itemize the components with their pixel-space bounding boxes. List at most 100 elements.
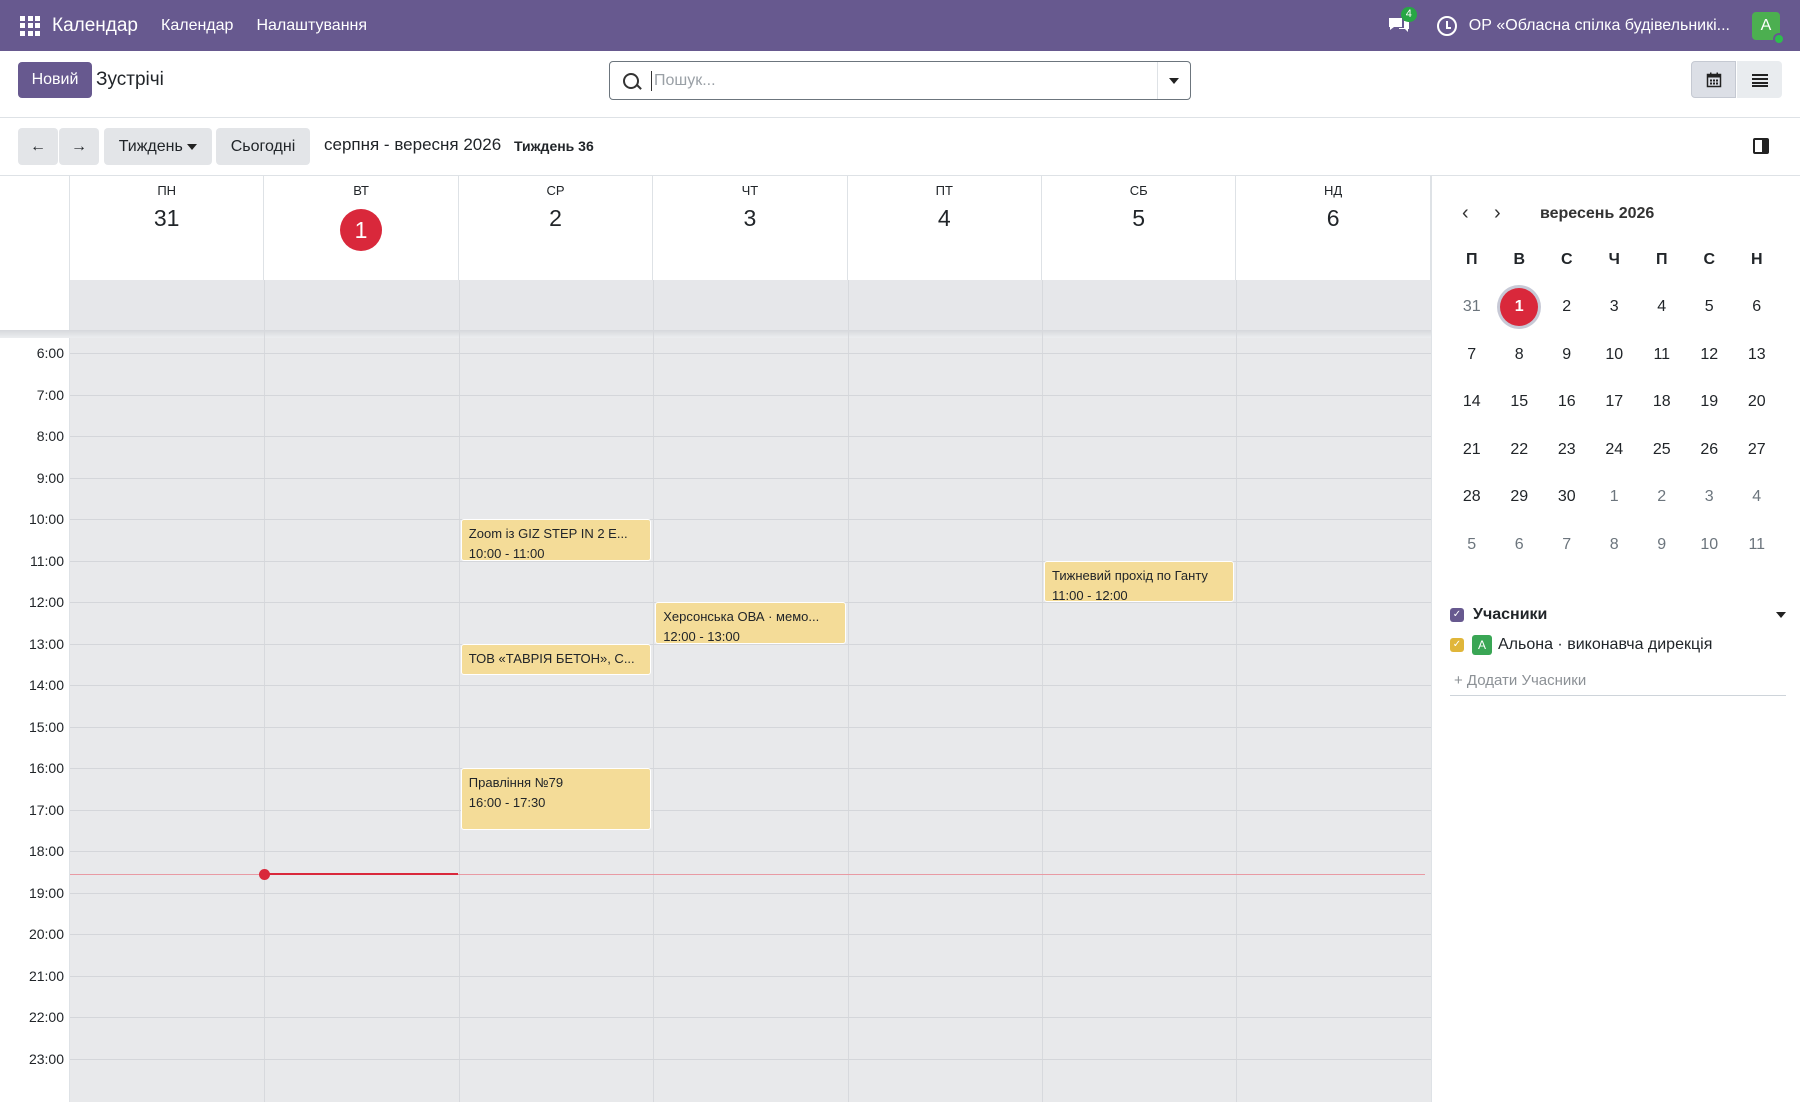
mini-day[interactable]: 3 (1686, 488, 1734, 506)
messaging-button[interactable]: 4 (1387, 6, 1417, 36)
day-header[interactable]: ПТ 4 (848, 176, 1042, 280)
attendee-checkbox[interactable]: ✓ (1450, 638, 1464, 652)
sidebar-toggle-icon[interactable] (1753, 138, 1769, 154)
scale-dropdown[interactable]: Тиждень (104, 128, 212, 165)
add-attendees-input[interactable]: + Додати Учасники (1450, 668, 1786, 696)
collapse-caret-icon[interactable] (1776, 612, 1786, 618)
day-header[interactable]: ВТ 1 (264, 176, 459, 280)
mini-day[interactable]: 20 (1733, 393, 1781, 411)
user-avatar[interactable]: A (1752, 11, 1785, 45)
hour-line (70, 726, 1431, 728)
day-header[interactable]: ЧТ 3 (653, 176, 848, 280)
list-view-button[interactable] (1737, 61, 1782, 98)
search-icon (623, 72, 639, 89)
mini-day[interactable]: 22 (1496, 441, 1544, 459)
today-button[interactable]: Сьогодні (216, 128, 310, 165)
company-switcher[interactable]: ОР «Обласна спілка будівельникі... (1469, 17, 1730, 35)
mini-day[interactable]: 4 (1733, 488, 1781, 506)
calendar-event[interactable]: Zoom із GIZ STEP IN 2 E... 10:00 - 11:00 (460, 519, 652, 561)
calendar-event[interactable]: Правління №79 16:00 - 17:30 (460, 768, 652, 831)
hour-label: 12:00 (28, 594, 64, 610)
calendar-event[interactable]: ТОВ «ТАВРІЯ БЕТОН», С... 13:00 - 13:45 (460, 643, 652, 675)
previous-button[interactable]: ← (18, 128, 58, 165)
mini-weekday: Ч (1608, 250, 1620, 268)
mini-day[interactable]: 6 (1733, 298, 1781, 316)
mini-day[interactable]: 6 (1496, 536, 1544, 554)
mini-day[interactable]: 10 (1591, 346, 1639, 364)
attendees-checkbox[interactable]: ✓ (1450, 608, 1464, 622)
mini-day[interactable]: 12 (1686, 346, 1734, 364)
search-options-toggle[interactable] (1157, 62, 1190, 99)
mini-day[interactable]: 14 (1448, 393, 1496, 411)
mini-day[interactable]: 31 (1448, 298, 1496, 316)
mini-day[interactable]: 13 (1733, 346, 1781, 364)
mini-day[interactable]: 15 (1496, 393, 1544, 411)
day-header[interactable]: ПН 31 (70, 176, 265, 280)
mini-day[interactable]: 11 (1733, 536, 1781, 554)
day-header[interactable]: СР 2 (459, 176, 654, 280)
mini-weekday: П (1466, 250, 1478, 268)
mini-day[interactable]: 18 (1638, 393, 1686, 411)
mini-day[interactable]: 11 (1638, 346, 1686, 364)
hour-label: 10:00 (28, 511, 64, 527)
event-title: Правління №79 (468, 775, 564, 790)
calendar-event[interactable]: Херсонська ОВА · мемо... 12:00 - 13:00 (655, 602, 846, 644)
mini-day[interactable]: 27 (1733, 441, 1781, 459)
mini-today[interactable]: 1 (1500, 288, 1539, 327)
day-number: 1 (264, 205, 457, 251)
day-header[interactable]: СБ 5 (1042, 176, 1237, 280)
hour-label: 6:00 (36, 345, 64, 361)
hour-label: 19:00 (28, 884, 64, 901)
mini-day[interactable]: 29 (1496, 488, 1544, 506)
mini-day[interactable]: 1 (1591, 488, 1639, 506)
menu-settings[interactable]: Налаштування (256, 17, 367, 35)
search-input[interactable]: Пошук... (651, 70, 1157, 91)
top-navbar: Календар Календар Налаштування 4 ОР «Обл… (0, 0, 1800, 51)
caret-down-icon (1169, 77, 1179, 84)
new-button[interactable]: Новий (18, 62, 92, 98)
event-time: 12:00 - 13:00 (663, 629, 740, 644)
mini-weekday: С (1560, 250, 1573, 268)
mini-day[interactable]: 25 (1638, 441, 1686, 459)
mini-day[interactable]: 24 (1591, 441, 1639, 459)
apps-menu-icon[interactable] (20, 15, 40, 36)
hour-label: 22:00 (28, 1009, 64, 1025)
mini-day[interactable]: 9 (1543, 346, 1591, 364)
mini-day[interactable]: 9 (1638, 536, 1686, 554)
menu-calendar[interactable]: Календар (161, 17, 233, 35)
prev-month-icon[interactable]: ‹ (1462, 202, 1494, 225)
calendar-toolbar: ← → Тиждень Сьогодні серпня - вересня 20… (0, 118, 1800, 175)
calendar-view-button[interactable] (1691, 61, 1736, 98)
calendar-event[interactable]: Тижневий прохід по Ганту 11:00 - 12:00 (1044, 560, 1235, 602)
mini-day[interactable]: 7 (1448, 346, 1496, 364)
mini-day[interactable]: 17 (1591, 393, 1639, 411)
time-slots[interactable] (70, 338, 1431, 1102)
mini-day[interactable]: 1 (1496, 288, 1544, 327)
mini-day[interactable]: 3 (1591, 298, 1639, 316)
scale-label: Тиждень (118, 137, 183, 155)
mini-day[interactable]: 16 (1543, 393, 1591, 411)
mini-day[interactable]: 21 (1448, 441, 1496, 459)
mini-day[interactable]: 30 (1543, 488, 1591, 506)
mini-day[interactable]: 23 (1543, 441, 1591, 459)
hour-line (70, 851, 1431, 852)
mini-day[interactable]: 10 (1686, 536, 1734, 554)
mini-day[interactable]: 4 (1638, 298, 1686, 316)
mini-day[interactable]: 8 (1496, 346, 1544, 364)
mini-day[interactable]: 8 (1591, 536, 1639, 554)
mini-day[interactable]: 19 (1686, 393, 1734, 411)
mini-day[interactable]: 5 (1686, 298, 1734, 316)
mini-day[interactable]: 2 (1543, 298, 1591, 316)
app-name[interactable]: Календар (52, 15, 138, 37)
next-button[interactable]: → (59, 128, 99, 165)
week-grid: ПН 31 ВТ 1 СР 2 ЧТ 3 ПТ 4 СБ 5 НД 6 6:00 7:00 8:00 9:00 1… (0, 175, 1431, 1102)
activity-clock-icon[interactable] (1436, 15, 1457, 36)
all-day-row[interactable] (70, 280, 1431, 330)
mini-day[interactable]: 26 (1686, 441, 1734, 459)
mini-day[interactable]: 5 (1448, 536, 1496, 554)
mini-day[interactable]: 2 (1638, 488, 1686, 506)
mini-day[interactable]: 7 (1543, 536, 1591, 554)
day-header[interactable]: НД 6 (1236, 176, 1431, 280)
next-month-icon[interactable]: › (1494, 202, 1526, 225)
mini-day[interactable]: 28 (1448, 488, 1496, 506)
